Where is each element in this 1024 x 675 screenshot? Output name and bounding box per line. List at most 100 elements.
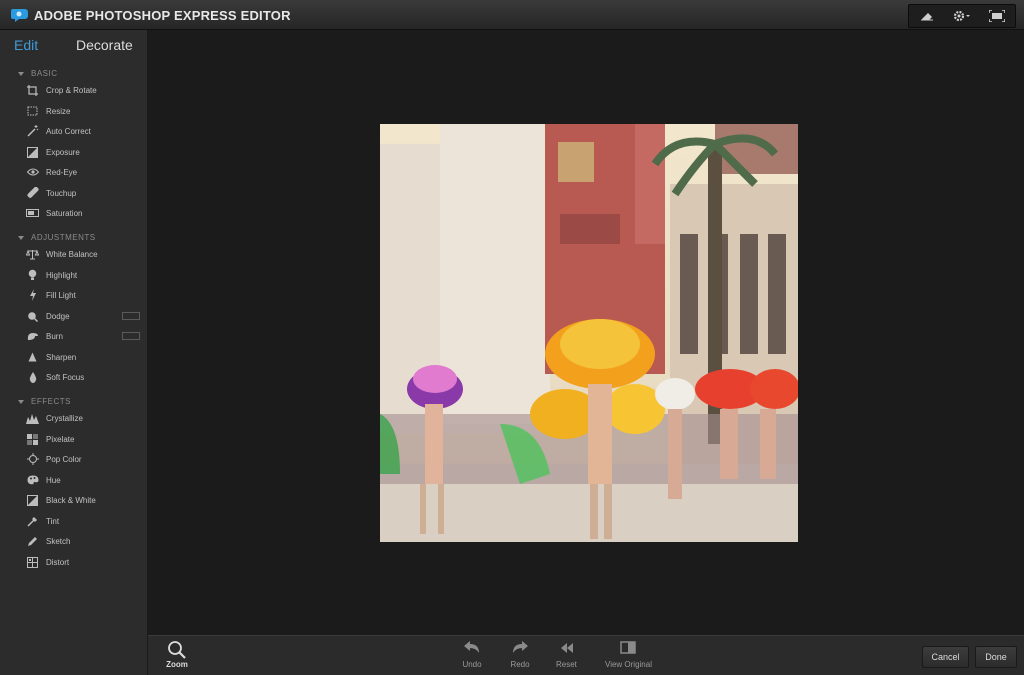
collapse-triangle-icon <box>18 71 24 76</box>
sidebar-item-hue[interactable]: Hue <box>0 471 146 489</box>
redo-label: Redo <box>510 660 530 669</box>
app-title: ADOBE PHOTOSHOP EXPRESS EDITOR <box>34 8 291 23</box>
undo-icon <box>464 641 479 653</box>
sidebar-item-label: Black & White <box>46 495 96 505</box>
exposure-icon <box>26 146 39 159</box>
sidebar-item-label: Sharpen <box>46 352 77 362</box>
reset-icon <box>561 643 574 653</box>
window-controls <box>908 4 1016 28</box>
eraser-icon[interactable] <box>912 6 942 26</box>
pixelate-icon <box>26 433 39 446</box>
sidebar-item-exposure[interactable]: Exposure <box>0 143 146 161</box>
sidebar-item-label: White Balance <box>46 249 98 259</box>
bottom-toolbar: Zoom Undo Redo Reset View Original Cance… <box>148 635 1024 675</box>
drop-icon <box>26 371 39 384</box>
photo-canvas[interactable] <box>380 124 798 542</box>
sidebar-item-crop-rotate[interactable]: Crop & Rotate <box>0 81 146 99</box>
sidebar-item-saturation[interactable]: Saturation <box>0 204 146 222</box>
sidebar-item-label: Crop & Rotate <box>46 85 97 95</box>
sidebar-item-label: Soft Focus <box>46 372 85 382</box>
gear-icon[interactable] <box>947 6 977 26</box>
triangle-icon <box>26 351 39 364</box>
zoom-label: Zoom <box>166 660 188 669</box>
sidebar-item-white-balance[interactable]: White Balance <box>0 245 146 263</box>
compare-icon <box>620 641 637 654</box>
sidebar-item-label: Sketch <box>46 536 71 546</box>
zoom-button[interactable]: Zoom <box>166 640 188 669</box>
dropper-icon <box>26 515 39 528</box>
lightning-icon <box>26 289 39 302</box>
undo-label: Undo <box>462 660 482 669</box>
app-logo-icon <box>11 9 28 22</box>
target-icon <box>26 453 39 466</box>
section-adjustments-header[interactable]: ADJUSTMENTS <box>18 233 96 242</box>
sidebar-item-crystallize[interactable]: Crystallize <box>0 409 146 427</box>
reset-button[interactable]: Reset <box>556 640 577 669</box>
redo-button[interactable]: Redo <box>510 640 530 669</box>
cancel-button[interactable]: Cancel <box>922 646 969 668</box>
sidebar-item-red-eye[interactable]: Red-Eye <box>0 163 146 181</box>
bulb-icon <box>26 269 39 282</box>
sidebar-item-label: Dodge <box>46 311 70 321</box>
sidebar-item-sketch[interactable]: Sketch <box>0 532 146 550</box>
sidebar-item-label: Red-Eye <box>46 167 78 177</box>
sidebar-item-label: Auto Correct <box>46 126 91 136</box>
pencil-icon <box>26 535 39 548</box>
crystallize-icon <box>26 412 39 425</box>
sidebar-item-label: Touchup <box>46 188 77 198</box>
dodge-icon <box>26 310 39 323</box>
sidebar-item-label: Resize <box>46 106 71 116</box>
undo-button[interactable]: Undo <box>462 640 482 669</box>
distort-icon <box>26 556 39 569</box>
sidebar-item-dodge[interactable]: Dodge <box>0 307 146 325</box>
sidebar-item-touchup[interactable]: Touchup <box>0 184 146 202</box>
view-original-label: View Original <box>605 660 652 669</box>
view-original-button[interactable]: View Original <box>605 640 652 669</box>
reset-label: Reset <box>556 660 577 669</box>
sidebar-item-resize[interactable]: Resize <box>0 102 146 120</box>
collapse-triangle-icon <box>18 235 24 240</box>
sidebar-item-fill-light[interactable]: Fill Light <box>0 286 146 304</box>
sidebar-item-distort[interactable]: Distort <box>0 553 146 571</box>
sidebar-item-label: Hue <box>46 475 61 485</box>
zoom-icon <box>168 641 186 659</box>
sidebar-item-burn[interactable]: Burn <box>0 327 146 345</box>
scale-icon <box>26 248 39 261</box>
sidebar-item-label: Fill Light <box>46 290 76 300</box>
sidebar-item-black-white[interactable]: Black & White <box>0 491 146 509</box>
beta-tag <box>122 332 140 340</box>
sidebar-item-label: Pixelate <box>46 434 75 444</box>
section-effects-header[interactable]: EFFECTS <box>18 397 71 406</box>
section-adjustments-label: ADJUSTMENTS <box>31 233 96 242</box>
done-button[interactable]: Done <box>975 646 1017 668</box>
tab-decorate[interactable]: Decorate <box>76 37 133 53</box>
section-basic-label: BASIC <box>31 69 58 78</box>
section-basic-header[interactable]: BASIC <box>18 69 58 78</box>
sidebar-item-label: Distort <box>46 557 70 567</box>
sidebar-item-auto-correct[interactable]: Auto Correct <box>0 122 146 140</box>
redo-icon <box>513 641 528 653</box>
sidebar-item-label: Burn <box>46 331 63 341</box>
parade-photo <box>380 124 798 542</box>
sidebar-item-label: Exposure <box>46 147 80 157</box>
sidebar-tabs: Edit Decorate <box>0 30 147 60</box>
section-effects-label: EFFECTS <box>31 397 71 406</box>
sidebar-item-sharpen[interactable]: Sharpen <box>0 348 146 366</box>
beta-tag <box>122 312 140 320</box>
magic-wand-icon <box>26 125 39 138</box>
sidebar-item-pop-color[interactable]: Pop Color <box>0 450 146 468</box>
sidebar-item-label: Highlight <box>46 270 78 280</box>
bandage-icon <box>26 187 39 200</box>
sidebar-item-soft-focus[interactable]: Soft Focus <box>0 368 146 386</box>
sidebar-item-label: Tint <box>46 516 60 526</box>
sidebar-item-tint[interactable]: Tint <box>0 512 146 530</box>
sidebar-item-highlight[interactable]: Highlight <box>0 266 146 284</box>
sidebar-item-pixelate[interactable]: Pixelate <box>0 430 146 448</box>
palette-icon <box>26 474 39 487</box>
resize-icon <box>26 105 39 118</box>
tab-edit[interactable]: Edit <box>14 37 38 53</box>
sidebar-item-label: Pop Color <box>46 454 82 464</box>
fullscreen-icon[interactable] <box>982 6 1012 26</box>
collapse-triangle-icon <box>18 399 24 404</box>
saturation-icon <box>26 207 39 220</box>
